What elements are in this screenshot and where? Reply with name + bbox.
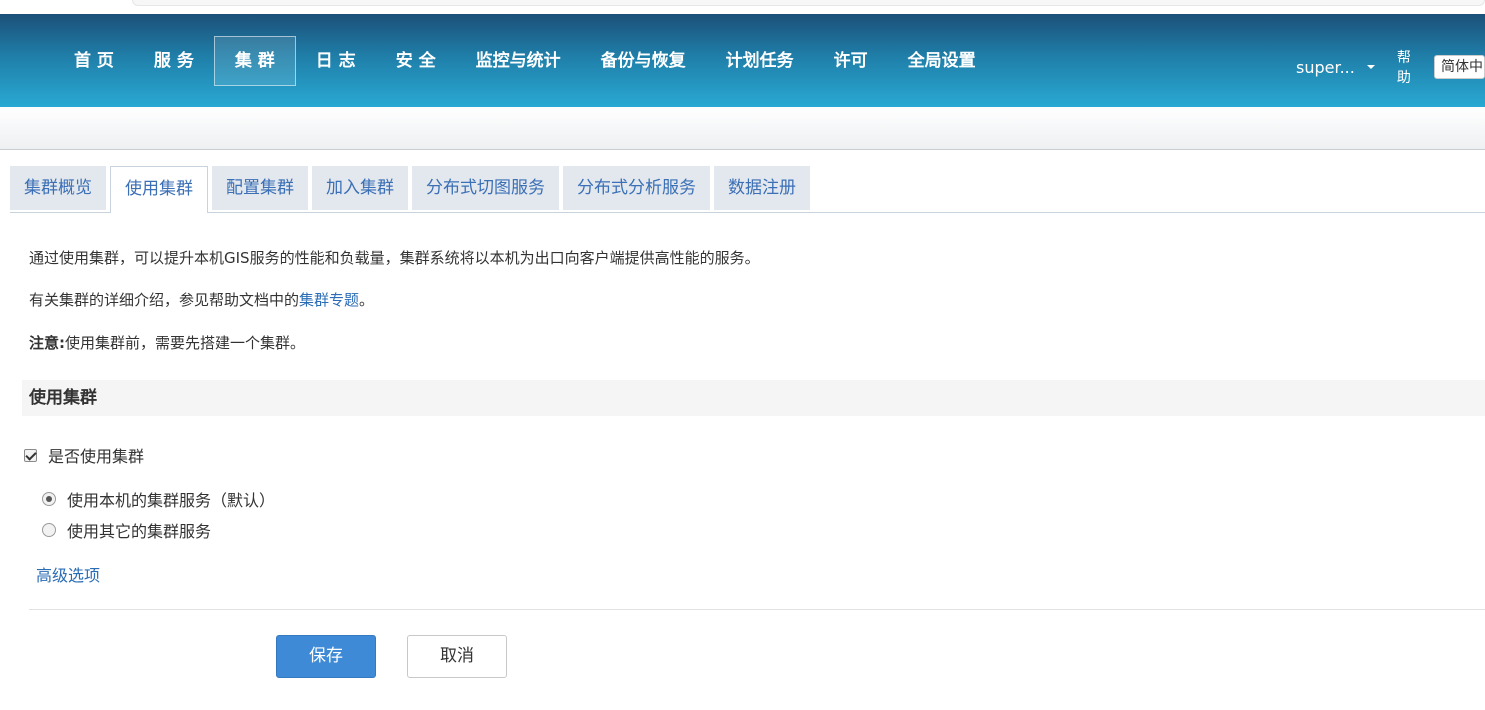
note-text: 使用集群前，需要先搭建一个集群。 <box>65 334 306 352</box>
radio-other-cluster[interactable] <box>42 523 56 537</box>
nav-services[interactable]: 服 务 <box>134 36 214 86</box>
tab-configure-cluster[interactable]: 配置集群 <box>212 166 308 210</box>
nav-monitoring[interactable]: 监控与统计 <box>456 36 581 86</box>
intro-help-prefix: 有关集群的详细介绍，参见帮助文档中的 <box>29 291 300 309</box>
user-menu[interactable]: super... <box>1296 58 1355 77</box>
cluster-topic-link[interactable]: 集群专题 <box>299 291 359 309</box>
cluster-tabs: 集群概览 使用集群 配置集群 加入集群 分布式切图服务 分布式分析服务 数据注册 <box>10 166 814 213</box>
form-divider <box>29 609 1485 610</box>
nav-global-settings[interactable]: 全局设置 <box>888 36 996 86</box>
use-cluster-row[interactable]: 是否使用集群 <box>24 443 144 467</box>
note-label: 注意: <box>29 334 65 352</box>
nav-cluster[interactable]: 集 群 <box>213 36 296 86</box>
tab-join-cluster[interactable]: 加入集群 <box>312 166 408 210</box>
use-cluster-checkbox[interactable] <box>24 448 37 462</box>
main-nav: 首 页 服 务 集 群 日 志 安 全 监控与统计 备份与恢复 计划任务 许可 … <box>54 36 996 86</box>
tab-distributed-tiling[interactable]: 分布式切图服务 <box>412 166 559 210</box>
intro-help-suffix: 。 <box>359 291 375 309</box>
tab-cluster-overview[interactable]: 集群概览 <box>10 166 106 210</box>
nav-security[interactable]: 安 全 <box>376 36 456 86</box>
radio-other-cluster-label: 使用其它的集群服务 <box>67 522 212 541</box>
intro-text: 通过使用集群，可以提升本机GIS服务的性能和负载量，集群系统将以本机为出口向客户… <box>29 249 760 267</box>
address-bar[interactable] <box>132 0 1485 6</box>
note-line: 注意:使用集群前，需要先搭建一个集群。 <box>29 332 305 353</box>
caret-down-icon[interactable] <box>1366 65 1375 69</box>
tab-data-registration[interactable]: 数据注册 <box>714 166 810 210</box>
sub-toolbar <box>0 107 1485 150</box>
language-select[interactable]: 简体中 <box>1434 55 1485 79</box>
nav-license[interactable]: 许可 <box>814 36 888 86</box>
nav-home[interactable]: 首 页 <box>54 36 134 86</box>
advanced-options-link[interactable]: 高级选项 <box>36 562 100 586</box>
user-area: super... 帮助 简体中 <box>1296 50 1485 86</box>
help-link[interactable]: 帮助 <box>1397 47 1420 87</box>
save-button[interactable]: 保存 <box>276 635 376 678</box>
nav-logs[interactable]: 日 志 <box>296 36 376 86</box>
radio-local-cluster-row[interactable]: 使用本机的集群服务（默认） <box>42 487 275 511</box>
radio-local-cluster[interactable] <box>42 492 56 506</box>
radio-other-cluster-row[interactable]: 使用其它的集群服务 <box>42 518 211 542</box>
cancel-button[interactable]: 取消 <box>407 635 507 678</box>
intro-help-line: 有关集群的详细介绍，参见帮助文档中的集群专题。 <box>29 289 374 310</box>
tab-use-cluster[interactable]: 使用集群 <box>110 166 208 213</box>
top-header: 首 页 服 务 集 群 日 志 安 全 监控与统计 备份与恢复 计划任务 许可 … <box>0 14 1485 107</box>
section-title: 使用集群 <box>22 380 1485 416</box>
tab-distributed-analysis[interactable]: 分布式分析服务 <box>563 166 710 210</box>
radio-local-cluster-label: 使用本机的集群服务（默认） <box>67 491 276 510</box>
use-cluster-label: 是否使用集群 <box>48 447 145 466</box>
nav-scheduled-tasks[interactable]: 计划任务 <box>706 36 814 86</box>
browser-strip <box>0 0 1485 14</box>
nav-backup[interactable]: 备份与恢复 <box>581 36 706 86</box>
